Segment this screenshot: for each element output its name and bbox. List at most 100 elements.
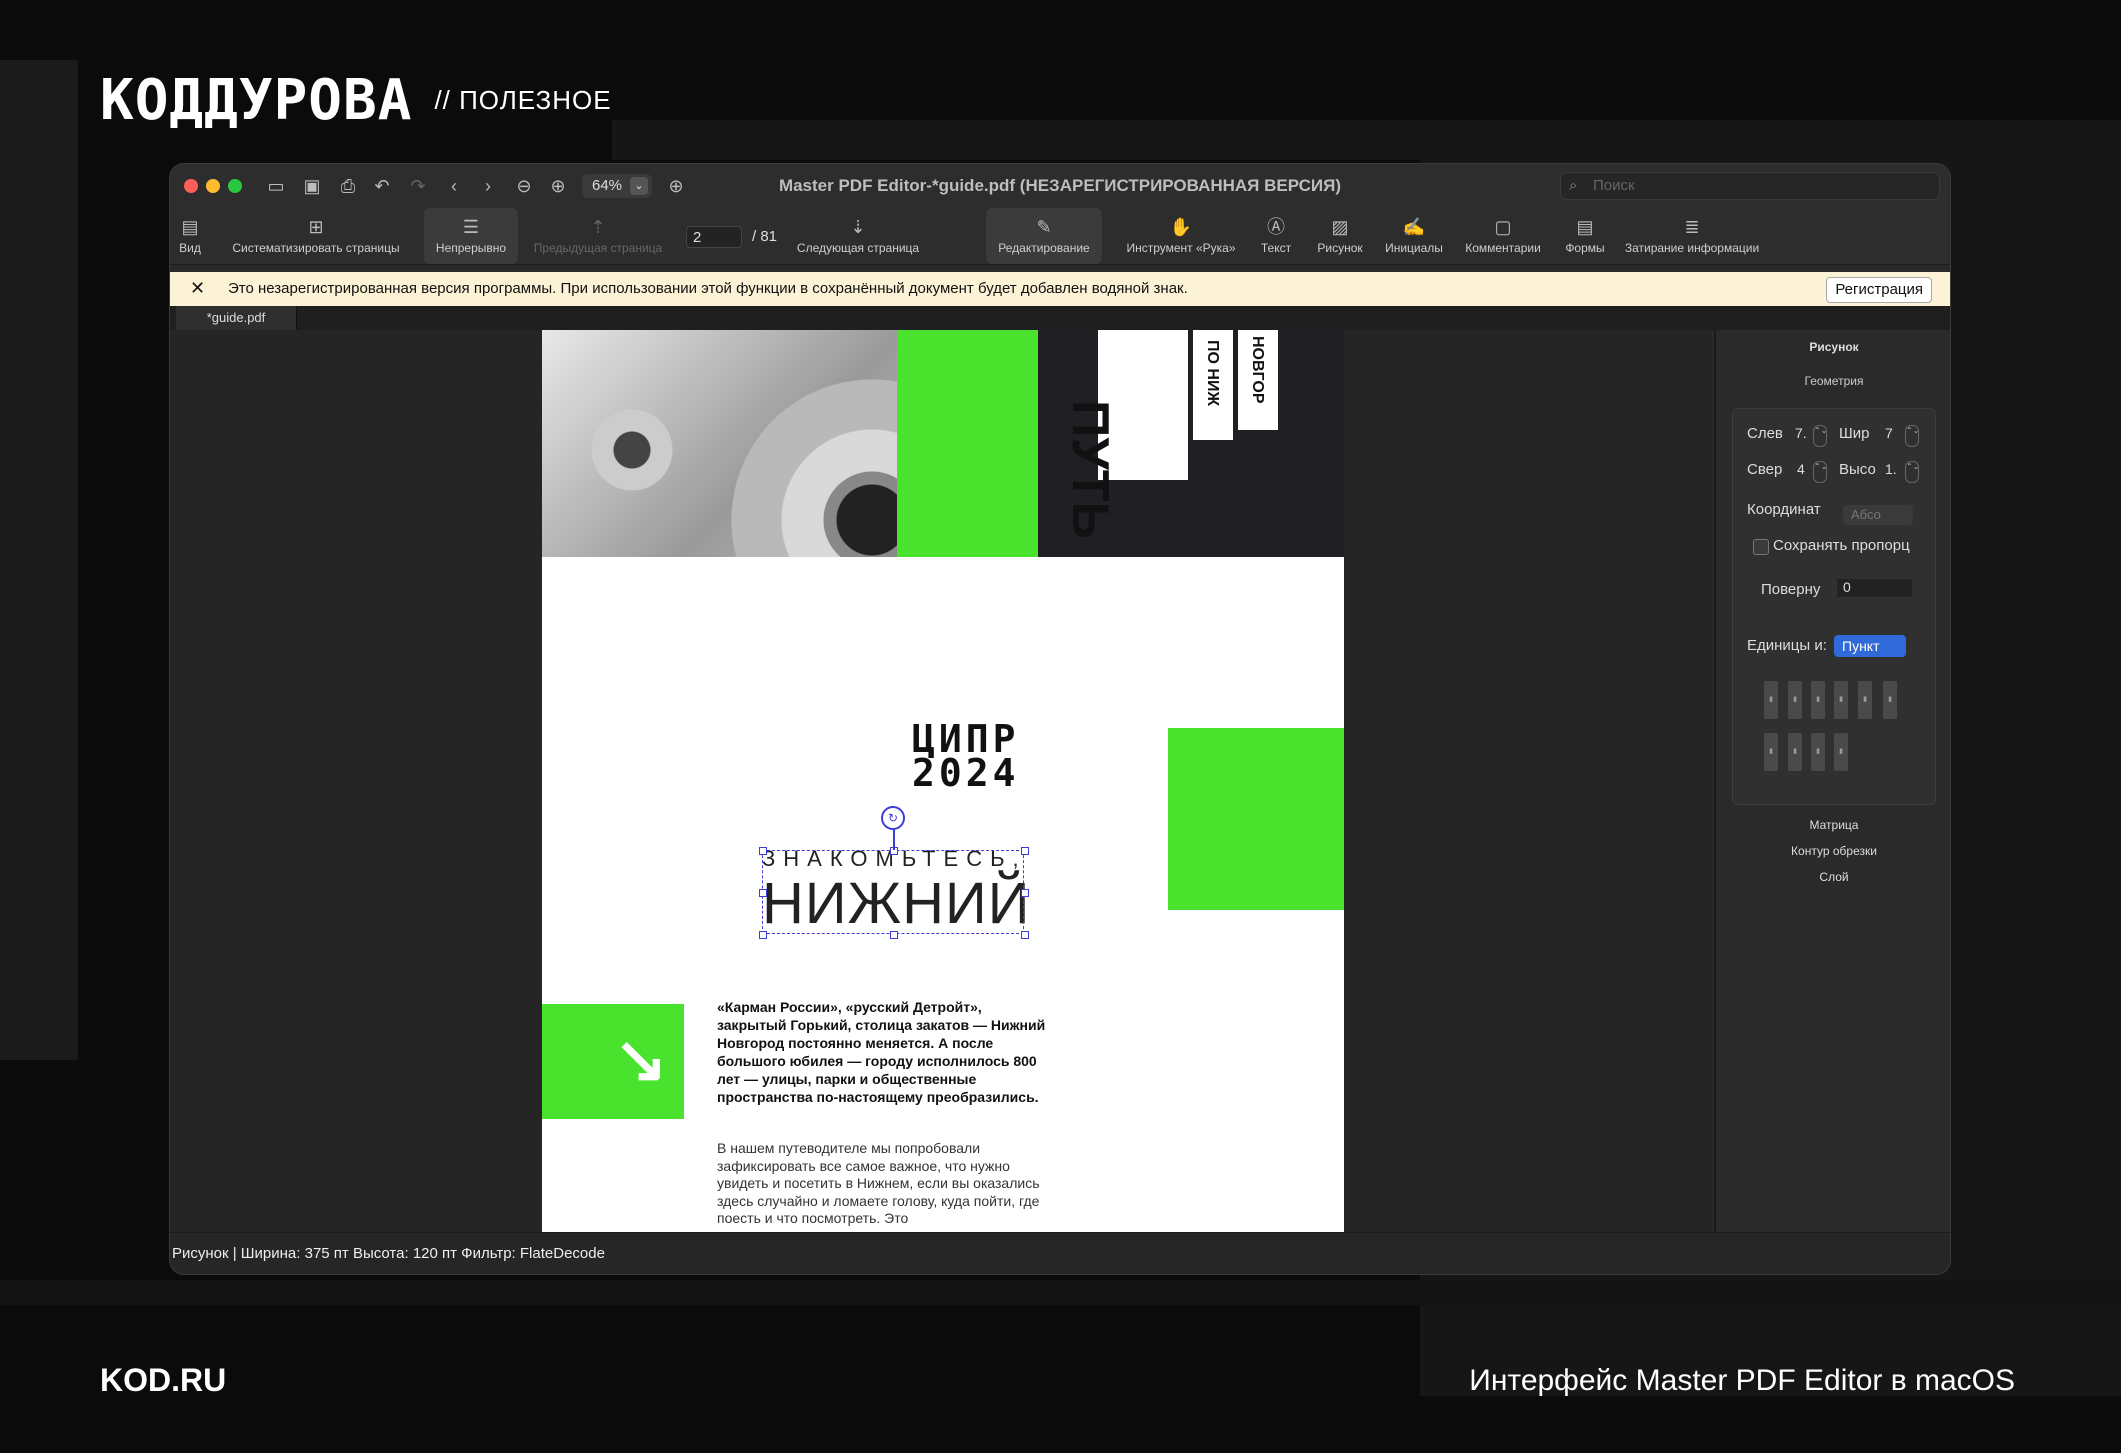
resize-handle[interactable] xyxy=(1021,889,1029,897)
align-center-icon[interactable]: ▮ xyxy=(1788,681,1802,719)
geometry-box: Слев 7. ⌃⌄ Шир 7 ⌃⌄ Свер 4 ⌃⌄ Высо 1. ⌃⌄… xyxy=(1732,408,1936,805)
form-icon: ▤ xyxy=(1576,217,1594,237)
next-page-label: Следующая страница xyxy=(796,241,920,255)
width-field[interactable]: 7 xyxy=(1885,425,1905,445)
align-left-icon[interactable]: ▮ xyxy=(1764,681,1778,719)
brand: КОДДУРОВА // ПОЛЕЗНОЕ xyxy=(100,68,612,133)
selection-box[interactable] xyxy=(762,850,1024,934)
resize-handle[interactable] xyxy=(1021,847,1029,855)
forms-label: Формы xyxy=(1565,241,1605,255)
edit-button[interactable]: ✎ Редактирование xyxy=(986,208,1102,264)
rotate-handle-icon[interactable]: ↻ xyxy=(881,806,905,830)
distribute-v-icon[interactable]: ▮ xyxy=(1788,733,1802,771)
resize-handle[interactable] xyxy=(1021,931,1029,939)
initials-button[interactable]: ✍ Инициалы xyxy=(1380,208,1448,264)
height-label: Высо xyxy=(1839,461,1876,478)
vertical-sub-box: ПО НИЖ xyxy=(1193,330,1233,440)
align-top-icon[interactable]: ▮ xyxy=(1834,681,1848,719)
vertical-sub1: ПО НИЖ xyxy=(1204,340,1221,406)
background-block xyxy=(0,60,78,1060)
distribute-h-icon[interactable]: ▮ xyxy=(1764,733,1778,771)
redact-icon: ≣ xyxy=(1684,217,1700,237)
same-height-icon[interactable]: ▮ xyxy=(1834,733,1848,771)
height-field[interactable]: 1. xyxy=(1885,461,1905,481)
view-button[interactable]: ▤ Вид xyxy=(174,208,206,264)
hand-tool-button[interactable]: ✋ Инструмент «Рука» xyxy=(1116,208,1246,264)
panel-title: Рисунок xyxy=(1809,340,1859,354)
hand-label: Инструмент «Рука» xyxy=(1126,241,1236,255)
redact-button[interactable]: ≣ Затирание информации xyxy=(1618,208,1766,264)
text-tool-button[interactable]: Ⓐ Текст xyxy=(1252,208,1300,264)
rotate-label: Поверну xyxy=(1761,581,1821,598)
logo[interactable]: КОДДУРОВА xyxy=(100,68,412,133)
text-label: Текст xyxy=(1260,241,1292,255)
top-label: Свер xyxy=(1747,461,1783,478)
comments-label: Комментарии xyxy=(1465,241,1541,255)
image-label: Рисунок xyxy=(1317,241,1363,255)
document-canvas[interactable]: ПУТЬ ПО НИЖ НОВГОР ЦИПР 2024 ЗНАКОМЬТЕСЬ… xyxy=(170,330,1712,1232)
image-tool-button[interactable]: ▨ Рисунок xyxy=(1310,208,1370,264)
view-label: Вид xyxy=(179,241,201,255)
unregistered-banner: ✕ Это незарегистрированная версия програ… xyxy=(170,272,1950,306)
background-block xyxy=(0,1280,2121,1305)
banner-message: Это незарегистрированная версия программ… xyxy=(228,280,1188,297)
tab-guide-pdf[interactable]: *guide.pdf xyxy=(176,306,297,330)
pdf-page[interactable]: ПУТЬ ПО НИЖ НОВГОР ЦИПР 2024 ЗНАКОМЬТЕСЬ… xyxy=(542,330,1344,1232)
same-width-icon[interactable]: ▮ xyxy=(1811,733,1825,771)
redact-label: Затирание информации xyxy=(1624,241,1760,255)
prev-page-label: Предыдущая страница xyxy=(533,241,663,255)
comment-icon: ▢ xyxy=(1494,217,1512,237)
matrix-section[interactable]: Матрица xyxy=(1716,818,1950,832)
layer-section[interactable]: Слой xyxy=(1716,870,1950,884)
rotate-field[interactable]: 0 xyxy=(1837,579,1912,597)
document-tabs: *guide.pdf xyxy=(170,306,1950,330)
vertical-sub2-box: НОВГОР xyxy=(1238,330,1278,430)
intro-paragraph[interactable]: В нашем путеводителе мы попробовали зафи… xyxy=(717,1140,1047,1228)
continuous-button[interactable]: ☰ Непрерывно xyxy=(424,208,518,264)
green-block xyxy=(897,330,1038,557)
text-icon: Ⓐ xyxy=(1267,217,1285,237)
organize-pages-button[interactable]: ⊞ Систематизировать страницы xyxy=(226,208,406,264)
prev-page-button[interactable]: ⇡ Предыдущая страница xyxy=(528,208,668,264)
close-banner-icon[interactable]: ✕ xyxy=(190,278,205,299)
left-stepper[interactable]: ⌃⌄ xyxy=(1813,425,1827,447)
search-input[interactable]: ⌕ Поиск xyxy=(1560,172,1940,200)
keep-ratio-checkbox[interactable] xyxy=(1753,539,1769,555)
left-field[interactable]: 7. xyxy=(1795,425,1815,445)
page-number-input[interactable]: 2 xyxy=(686,226,742,248)
resize-handle[interactable] xyxy=(759,889,767,897)
units-select[interactable]: Пункт xyxy=(1834,635,1906,657)
height-stepper[interactable]: ⌃⌄ xyxy=(1905,461,1919,483)
footer-caption: Интерфейс Master PDF Editor в macOS xyxy=(1469,1364,2015,1397)
organize-label: Систематизировать страницы xyxy=(232,241,400,255)
grid-icon: ⊞ xyxy=(308,217,324,237)
search-placeholder: Поиск xyxy=(1593,177,1635,194)
cipr-logo[interactable]: ЦИПР 2024 xyxy=(912,720,1137,792)
resize-handle[interactable] xyxy=(890,931,898,939)
continuous-label: Непрерывно xyxy=(435,241,507,255)
intro-bold-paragraph[interactable]: «Карман России», «русский Детройт», закр… xyxy=(717,998,1047,1106)
geometry-header[interactable]: Геометрия xyxy=(1716,374,1950,388)
top-stepper[interactable]: ⌃⌄ xyxy=(1813,461,1827,483)
resize-handle[interactable] xyxy=(759,847,767,855)
image-icon: ▨ xyxy=(1331,217,1349,237)
resize-handle[interactable] xyxy=(759,931,767,939)
clip-path-section[interactable]: Контур обрезки xyxy=(1716,844,1950,858)
align-right-icon[interactable]: ▮ xyxy=(1811,681,1825,719)
cover-dark-panel: ПУТЬ ПО НИЖ НОВГОР xyxy=(1038,330,1344,557)
comments-button[interactable]: ▢ Комментарии xyxy=(1460,208,1546,264)
initials-label: Инициалы xyxy=(1385,241,1443,255)
coords-label: Координат xyxy=(1747,501,1821,518)
forms-button[interactable]: ▤ Формы xyxy=(1560,208,1610,264)
next-page-button[interactable]: ⇣ Следующая страница xyxy=(792,208,924,264)
units-label: Единицы и: xyxy=(1747,637,1827,654)
align-middle-icon[interactable]: ▮ xyxy=(1858,681,1872,719)
align-bottom-icon[interactable]: ▮ xyxy=(1883,681,1897,719)
width-stepper[interactable]: ⌃⌄ xyxy=(1905,425,1919,447)
coords-select[interactable]: Абсо xyxy=(1843,505,1913,525)
footer-site[interactable]: KOD.RU xyxy=(100,1362,226,1399)
toolbar: ▤ Вид ⊞ Систематизировать страницы ☰ Неп… xyxy=(170,208,1950,289)
continuous-icon: ☰ xyxy=(462,217,480,237)
vertical-sub2: НОВГОР xyxy=(1249,336,1266,404)
register-button[interactable]: Регистрация xyxy=(1826,277,1932,303)
